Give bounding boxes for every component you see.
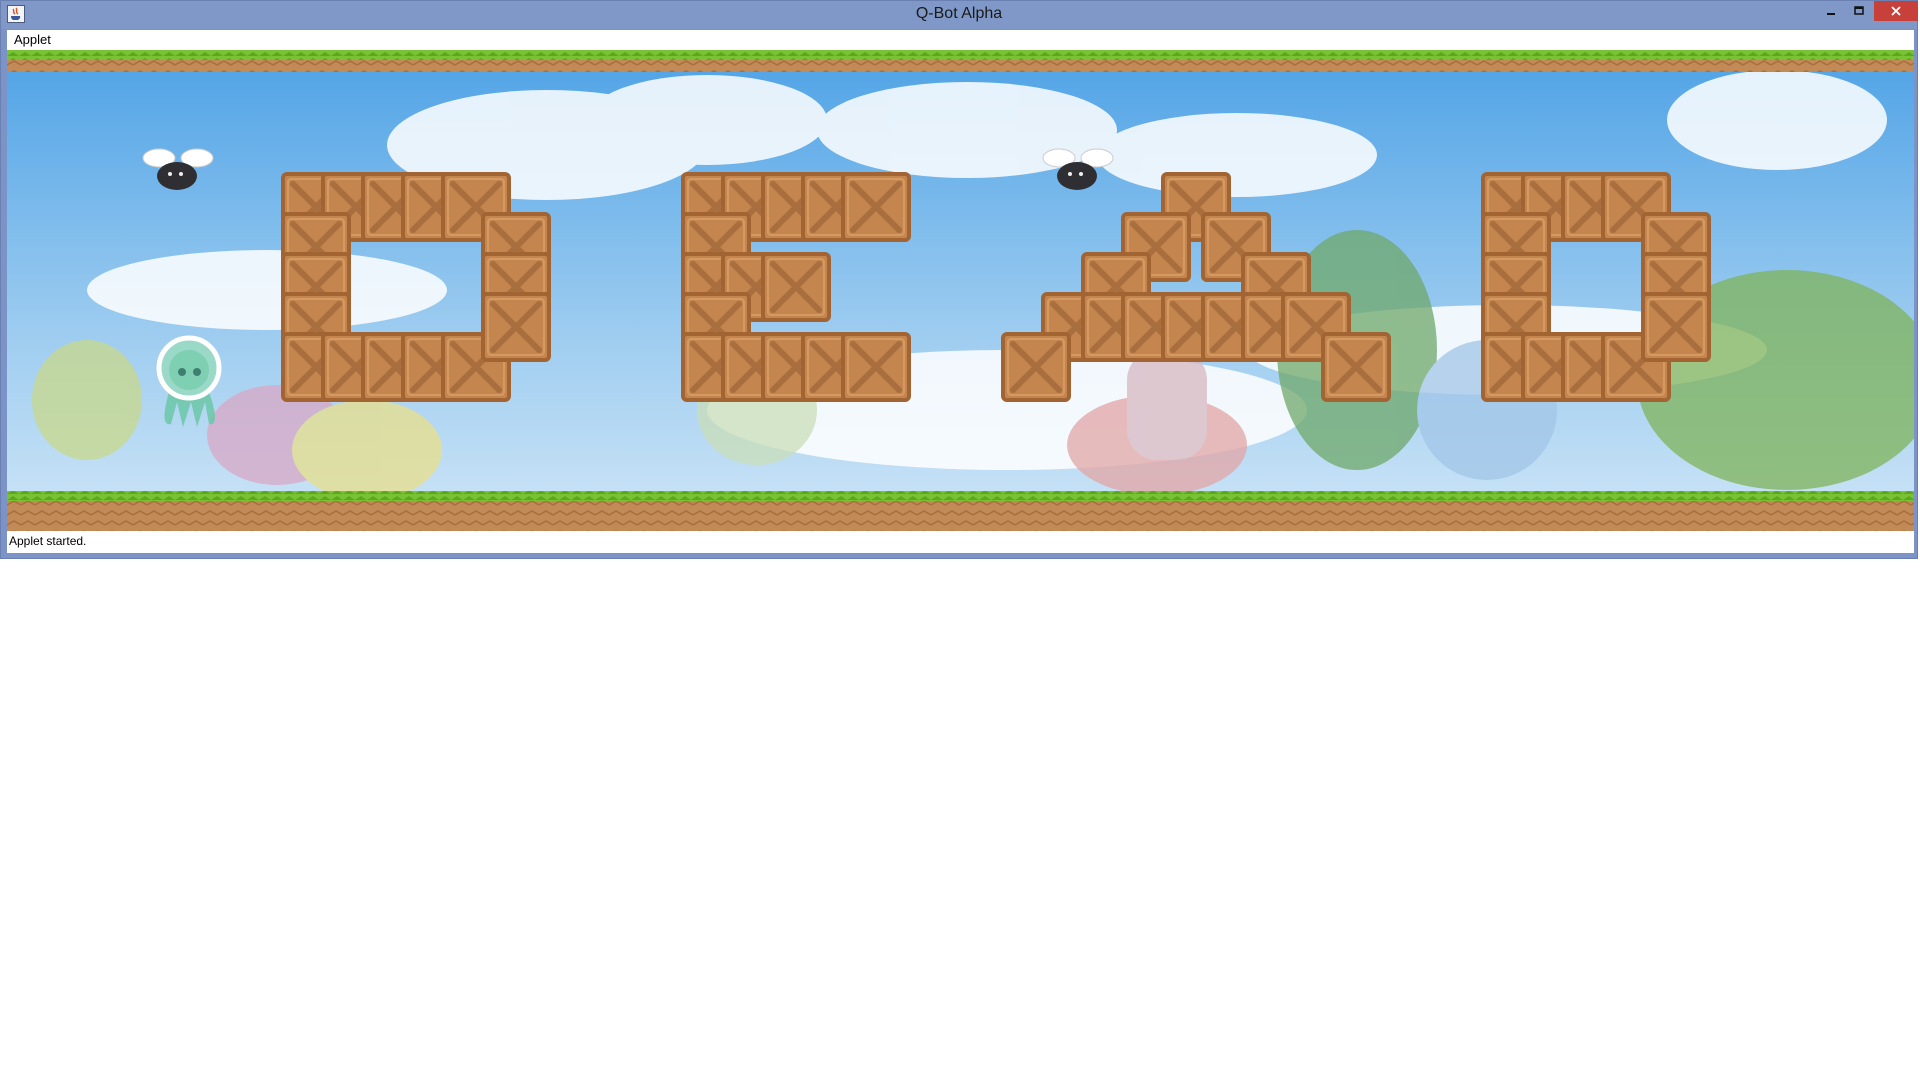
maximize-button[interactable] — [1845, 1, 1873, 21]
close-button[interactable] — [1874, 1, 1918, 21]
ground-grass — [7, 491, 1914, 501]
applet-window: Q-Bot Alpha Applet Applet started. — [0, 0, 1918, 559]
enemy-fly-2 — [1042, 148, 1114, 190]
menu-bar: Applet — [7, 30, 1914, 50]
crate-q-16 — [481, 292, 551, 362]
crate-b-15 — [841, 332, 911, 402]
window-title: Q-Bot Alpha — [915, 5, 1003, 22]
top-grass-strip — [7, 50, 1914, 60]
status-bar: Applet started. — [7, 531, 1914, 553]
title-bar[interactable]: Q-Bot Alpha — [1, 1, 1918, 29]
crate-b-5 — [841, 172, 911, 242]
menu-applet[interactable]: Applet — [14, 32, 51, 47]
status-text: Applet started. — [9, 534, 87, 548]
ground-dirt — [7, 501, 1914, 531]
crate-b-9 — [761, 252, 831, 322]
player-robot — [156, 335, 222, 427]
crate-o-13 — [1001, 332, 1071, 402]
maximize-icon — [1854, 6, 1864, 15]
top-dirt-strip — [7, 60, 1914, 72]
close-icon — [1891, 6, 1901, 16]
minimize-button[interactable] — [1816, 1, 1846, 21]
crate-t-14 — [1641, 292, 1711, 362]
minimize-icon — [1827, 13, 1835, 15]
crate-o-14 — [1321, 332, 1391, 402]
game-canvas[interactable] — [7, 50, 1914, 531]
enemy-fly-1 — [142, 148, 214, 190]
